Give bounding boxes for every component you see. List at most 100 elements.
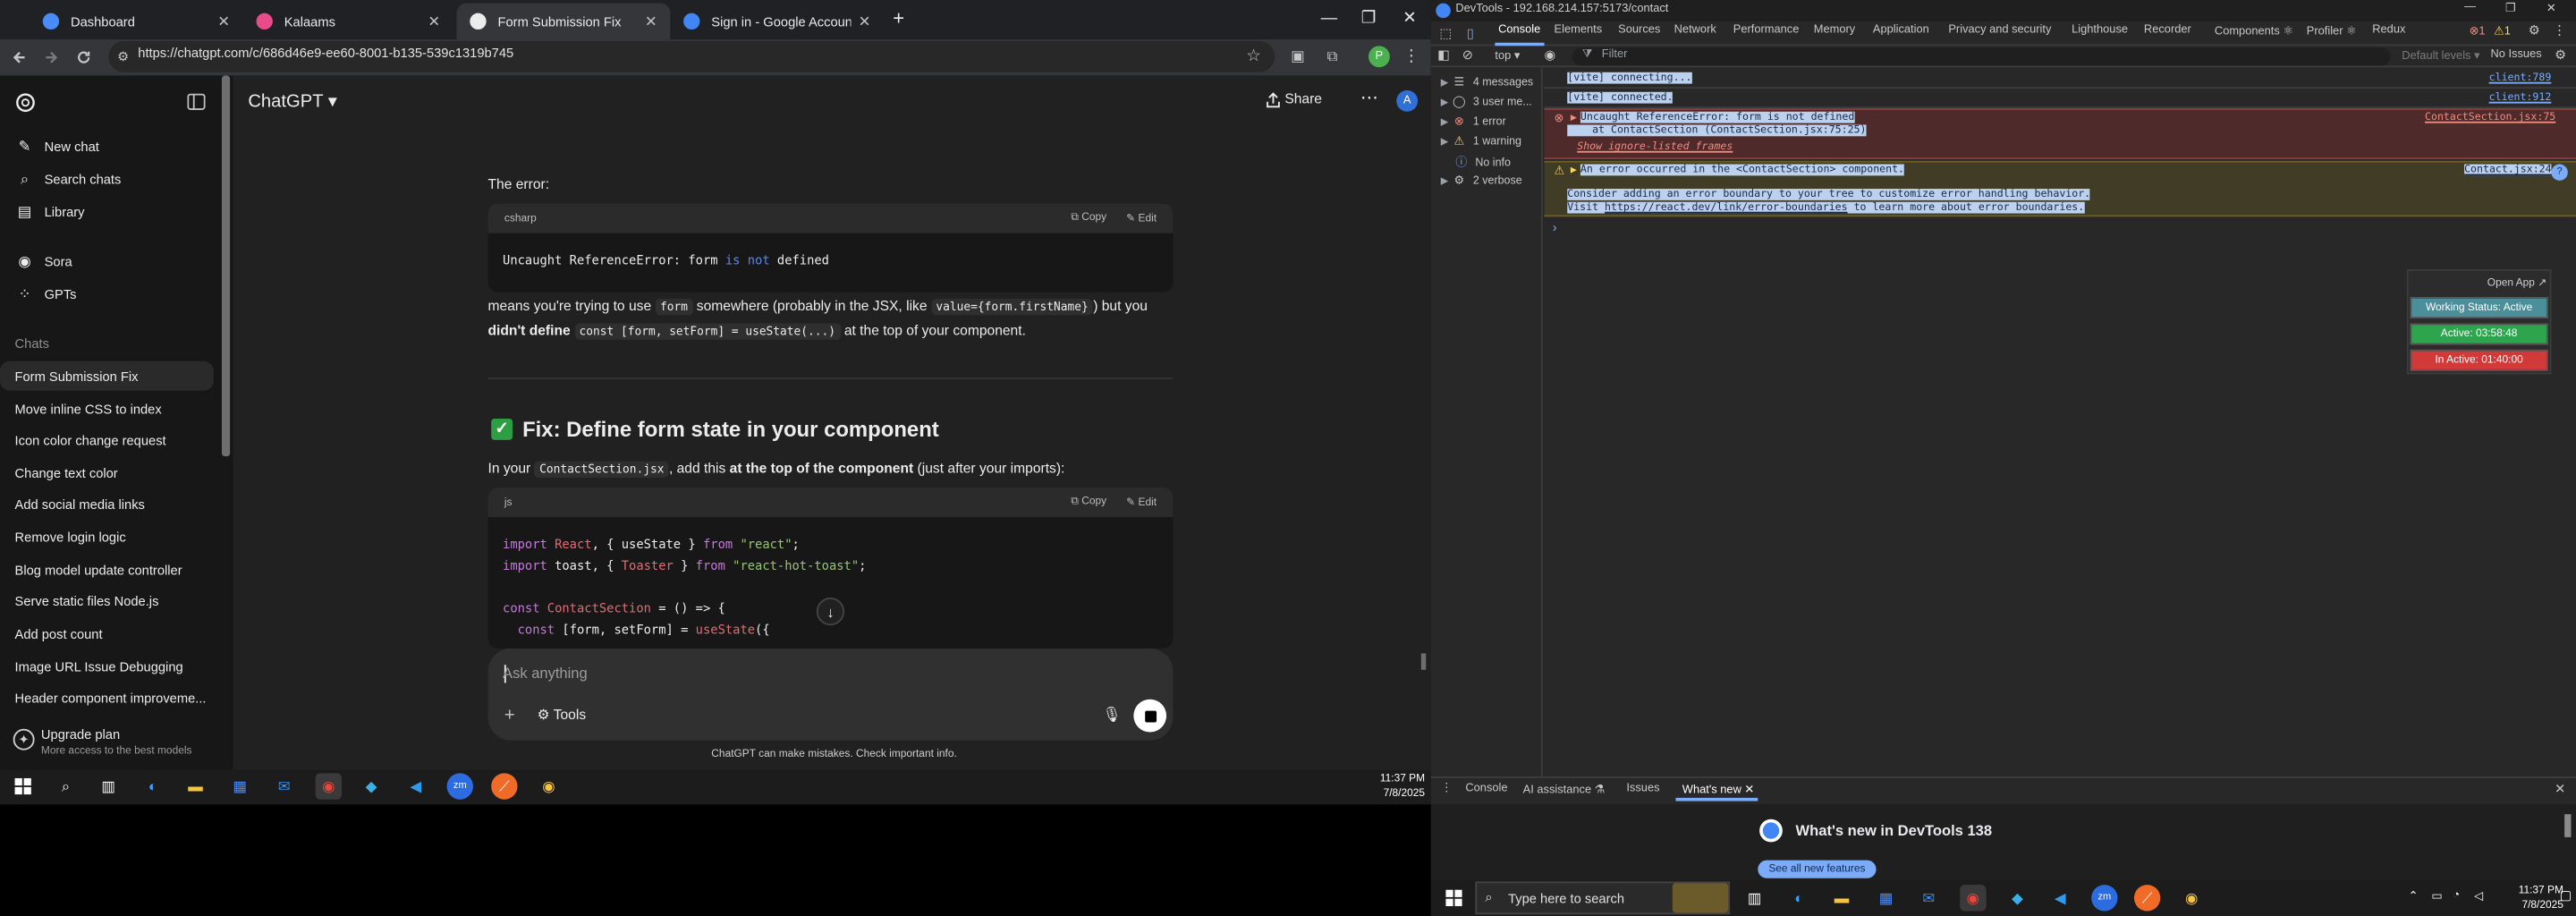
filter-info[interactable]: ⓘ No info bbox=[1441, 155, 1511, 171]
edge-icon[interactable]: ◐ bbox=[140, 773, 165, 799]
tray-chevron-icon[interactable]: ⌃ bbox=[2409, 890, 2419, 903]
chat-item[interactable]: Icon color change request bbox=[0, 425, 214, 454]
chat-item[interactable]: Blog model update controller bbox=[0, 555, 214, 584]
add-attachment-icon[interactable]: + bbox=[504, 706, 515, 725]
app-icon[interactable]: ◆ bbox=[358, 773, 384, 799]
windows-start-icon[interactable] bbox=[1441, 885, 1467, 911]
mail-icon[interactable]: ✉ bbox=[271, 773, 297, 799]
kebab-menu-icon[interactable]: ⋮ bbox=[1403, 46, 1419, 65]
drawer-tab-console[interactable]: Console bbox=[1465, 783, 1507, 794]
filter-verbose[interactable]: ▶ ⚙ 2 verbose bbox=[1441, 174, 1522, 187]
wifi-icon[interactable]: ◔ bbox=[2453, 890, 2460, 902]
zoom-icon[interactable]: zm bbox=[2091, 885, 2118, 912]
log-levels-dropdown[interactable]: Default levels ▾ bbox=[2402, 49, 2479, 63]
chrome-icon[interactable]: ◉ bbox=[1960, 885, 1987, 912]
avatar[interactable]: A bbox=[1396, 89, 1419, 112]
store-icon[interactable]: ▦ bbox=[226, 773, 252, 799]
issues-counter[interactable]: No Issues bbox=[2490, 49, 2541, 61]
drawer-tab-ai-assistance[interactable]: AI assistance ⚗ bbox=[1523, 783, 1606, 796]
tab-components[interactable]: Components ⚛ bbox=[2215, 25, 2293, 38]
chat-item[interactable]: Serve static files Node.js bbox=[0, 586, 214, 615]
drawer-tab-issues[interactable]: Issues bbox=[1626, 783, 1659, 794]
sora-button[interactable]: ◉ Sora bbox=[0, 246, 214, 276]
mail-icon[interactable]: ✉ bbox=[1916, 885, 1942, 911]
close-window-button[interactable]: ✕ bbox=[1388, 0, 1431, 36]
tab-application[interactable]: Application bbox=[1873, 25, 1929, 37]
file-explorer-icon[interactable]: ▬ bbox=[1828, 885, 1854, 911]
tab-performance[interactable]: Performance bbox=[1733, 25, 1800, 37]
chat-item[interactable]: Change text color bbox=[0, 458, 214, 488]
context-selector[interactable]: top ▾ bbox=[1495, 49, 1520, 63]
filter-user-messages[interactable]: ▶ ◯ 3 user me... bbox=[1441, 95, 1532, 108]
source-link[interactable]: client:789 bbox=[2489, 72, 2552, 84]
close-tab-icon[interactable]: ✕ bbox=[645, 13, 657, 30]
vscode-icon[interactable]: ◀ bbox=[402, 773, 428, 799]
console-settings-icon[interactable]: ⚙ bbox=[2555, 47, 2566, 63]
upgrade-icon[interactable]: ✦ bbox=[13, 728, 35, 751]
tab-sources[interactable]: Sources bbox=[1618, 25, 1660, 37]
copy-button[interactable]: ⧉ Copy bbox=[1071, 212, 1106, 225]
see-all-features-button[interactable]: See all new features bbox=[1758, 860, 1877, 878]
open-app-button[interactable]: Open App ↗ bbox=[2487, 276, 2546, 289]
close-window-button[interactable]: ✕ bbox=[2546, 2, 2556, 15]
drawer-tab-whats-new[interactable]: What's new ✕ bbox=[1682, 783, 1754, 796]
address-url[interactable]: https://chatgpt.com/c/686d46e9-ee60-8001… bbox=[138, 46, 513, 61]
share-icon[interactable] bbox=[1263, 90, 1281, 108]
ai-assist-icon[interactable]: ? bbox=[2551, 164, 2568, 181]
prompt-input[interactable]: Ask anything bbox=[503, 665, 588, 681]
more-options-icon[interactable]: ⋯ bbox=[1360, 87, 1378, 108]
drawer-scrollbar[interactable] bbox=[2564, 814, 2572, 837]
chrome-icon[interactable]: ◉ bbox=[315, 773, 343, 800]
tab-privacy-security[interactable]: Privacy and security bbox=[1948, 25, 2051, 37]
tab-network[interactable]: Network bbox=[1674, 25, 1716, 37]
copy-button[interactable]: ⧉ Copy bbox=[1071, 496, 1106, 509]
console-prompt[interactable]: › bbox=[1553, 220, 1557, 235]
tab-recorder[interactable]: Recorder bbox=[2144, 25, 2191, 37]
taskbar-search-input[interactable]: Type here to search bbox=[1508, 891, 1624, 906]
task-view-icon[interactable]: ▥ bbox=[1741, 885, 1767, 911]
tab-memory[interactable]: Memory bbox=[1814, 25, 1855, 37]
reload-icon[interactable] bbox=[72, 46, 96, 69]
chat-item[interactable]: Image URL Issue Debugging bbox=[0, 652, 214, 682]
chat-item[interactable]: Move inline CSS to index bbox=[0, 394, 214, 423]
volume-icon[interactable]: ◁ bbox=[2474, 890, 2483, 903]
share-button[interactable]: Share bbox=[1284, 90, 1322, 106]
live-expression-eye-icon[interactable]: ◉ bbox=[1545, 47, 1556, 63]
openai-logo-icon[interactable] bbox=[13, 90, 37, 114]
site-info-icon[interactable]: ⚙ bbox=[115, 47, 131, 64]
source-link[interactable]: ContactSection.jsx:75 bbox=[2425, 112, 2555, 123]
filter-warnings[interactable]: ▶ ⚠ 1 warning bbox=[1441, 134, 1521, 148]
stop-button[interactable] bbox=[1133, 699, 1167, 733]
chat-item[interactable]: Header component improveme... bbox=[0, 683, 214, 712]
filter-all-messages[interactable]: ▶ ☰ 4 messages bbox=[1441, 75, 1533, 89]
tab-dashboard[interactable]: Dashboard ✕ bbox=[30, 4, 243, 39]
toggle-sidebar-icon[interactable] bbox=[186, 92, 206, 110]
chat-item[interactable]: Add post count bbox=[0, 619, 214, 649]
task-view-icon[interactable]: ▥ bbox=[96, 773, 122, 799]
tab-form-submission-fix[interactable]: Form Submission Fix ✕ bbox=[456, 3, 671, 40]
close-tab-icon[interactable]: ✕ bbox=[428, 13, 440, 30]
chat-item[interactable]: Remove login logic bbox=[0, 522, 214, 552]
more-options-icon[interactable]: ⋮ bbox=[2553, 23, 2566, 38]
search-icon[interactable]: ⌕ bbox=[53, 773, 79, 799]
tools-button[interactable]: ⚙ Tools bbox=[538, 706, 587, 724]
sidebar-toggle-icon[interactable]: ◧ bbox=[1437, 47, 1450, 63]
clear-console-icon[interactable]: ⊘ bbox=[1462, 47, 1473, 63]
source-link[interactable]: client:912 bbox=[2489, 92, 2552, 104]
tab-lighthouse[interactable]: Lighthouse bbox=[2072, 25, 2128, 37]
gpts-button[interactable]: ⁘ GPTs bbox=[0, 279, 214, 309]
drawer-menu-icon[interactable]: ⋮ bbox=[1441, 782, 1453, 794]
postman-icon[interactable]: ⟋ bbox=[491, 773, 518, 800]
new-chat-button[interactable]: ✎ New chat bbox=[0, 131, 214, 161]
extensions-icon[interactable]: ⧉ bbox=[1323, 46, 1343, 65]
vscode-icon[interactable]: ◀ bbox=[2047, 885, 2073, 911]
profile-icon[interactable]: P bbox=[1368, 46, 1390, 68]
filter-input-box[interactable] bbox=[1572, 47, 2391, 66]
scroll-down-arrow-icon[interactable]: ↓ bbox=[816, 597, 845, 626]
close-tab-icon[interactable]: ✕ bbox=[217, 13, 230, 30]
tab-console[interactable]: Console bbox=[1498, 25, 1540, 37]
close-drawer-icon[interactable]: ✕ bbox=[2555, 782, 2565, 797]
network-icon[interactable]: ▭ bbox=[2431, 890, 2442, 903]
chat-item[interactable]: Add social media links bbox=[0, 489, 214, 519]
reading-list-icon[interactable]: ▣ bbox=[1288, 46, 1308, 65]
